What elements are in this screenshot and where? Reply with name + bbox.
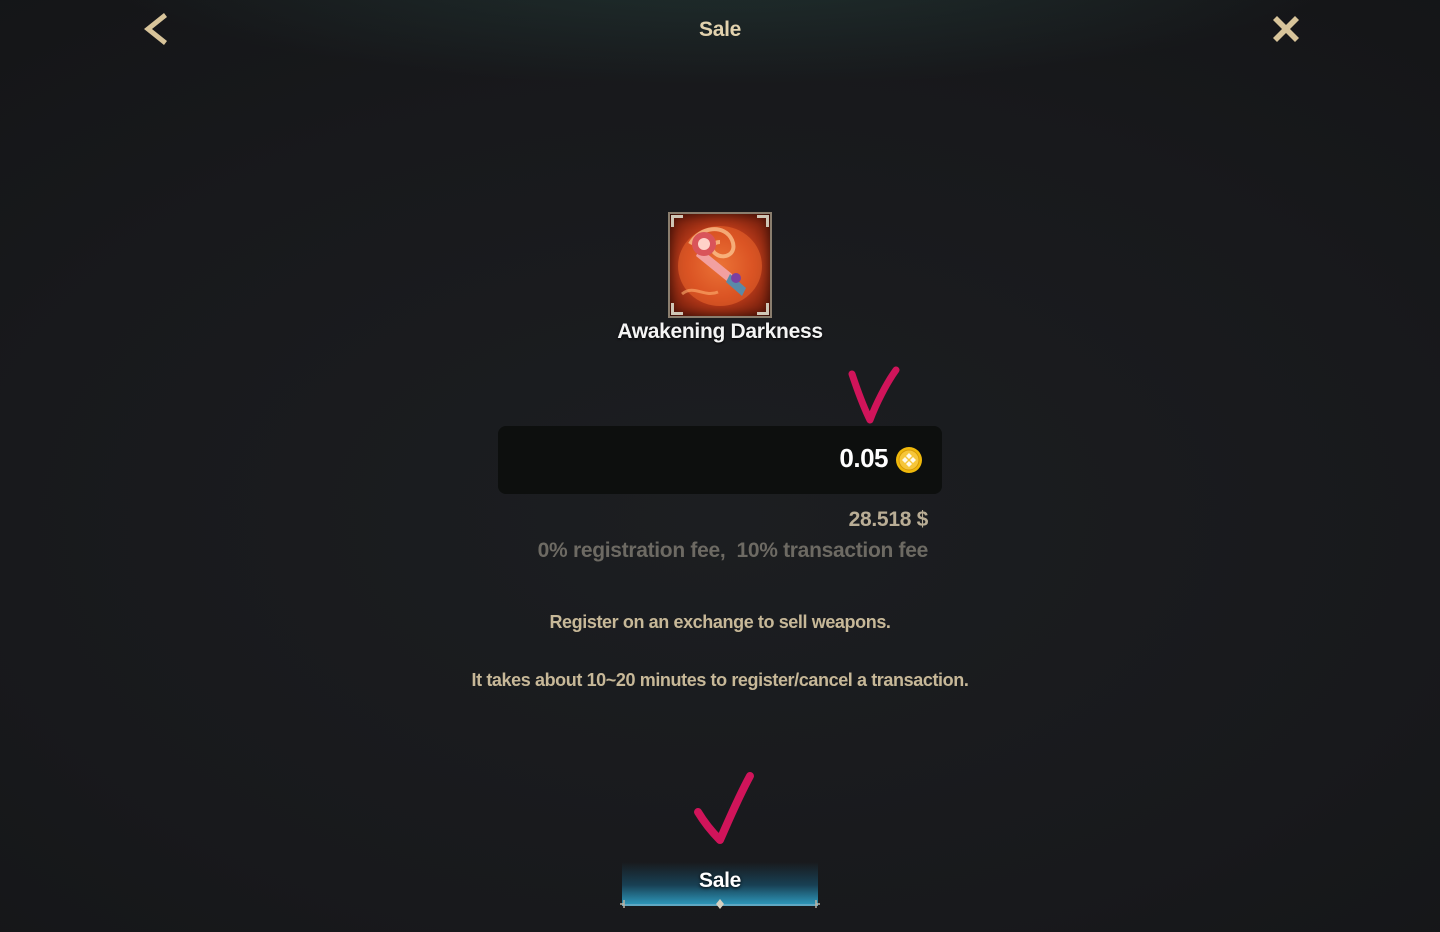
- page-title: Sale: [699, 18, 741, 41]
- button-ornament-icon: [620, 899, 820, 909]
- close-icon: [1273, 16, 1299, 42]
- info-register: Register on an exchange to sell weapons.: [549, 612, 891, 632]
- top-bar: Sale: [0, 0, 1440, 64]
- fee-info: 0% registration fee, 10% transaction fee: [537, 539, 929, 562]
- usd-value: 28.518 $: [848, 508, 929, 531]
- sale-button-label: Sale: [699, 869, 741, 892]
- info-duration: It takes about 10~20 minutes to register…: [471, 670, 969, 690]
- bnb-coin-icon: [896, 447, 922, 473]
- sale-button[interactable]: Sale: [620, 862, 820, 909]
- price-value: 0.05: [839, 443, 888, 473]
- close-button[interactable]: [1266, 10, 1306, 50]
- item-name: Awakening Darkness: [617, 320, 823, 343]
- checkmark-annotation-icon: [694, 772, 754, 844]
- item-image-frame: [668, 212, 772, 318]
- checkmark-annotation-icon: [848, 366, 900, 424]
- weapon-icon: [678, 226, 762, 306]
- price-input-field[interactable]: 0.05: [498, 426, 942, 494]
